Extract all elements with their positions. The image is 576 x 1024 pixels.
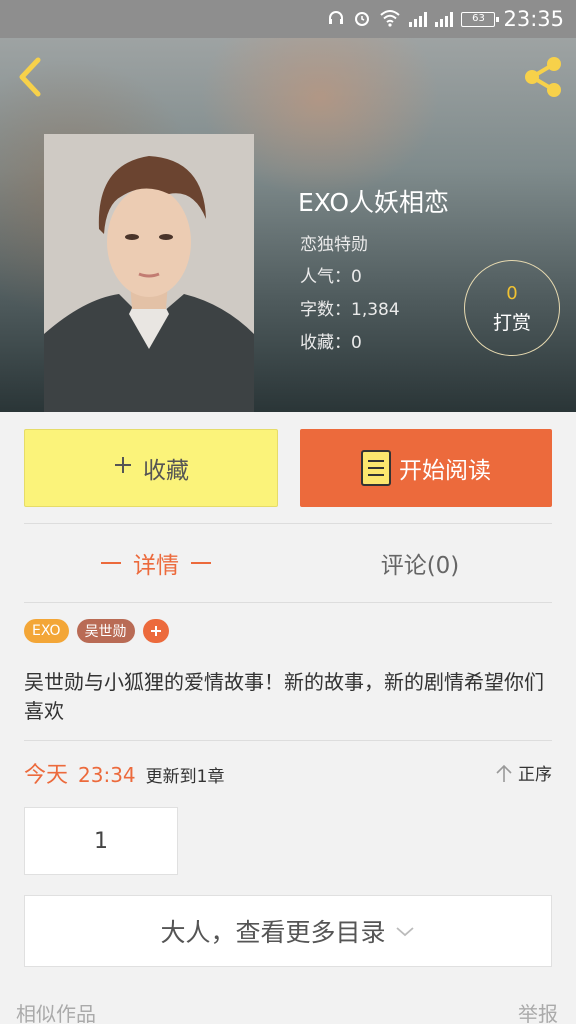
- clock: 23:35: [503, 7, 564, 31]
- book-icon: [361, 450, 391, 486]
- wifi-icon: [379, 9, 401, 30]
- tag-name[interactable]: 吴世勋: [76, 619, 135, 643]
- divider: [24, 523, 552, 524]
- arrow-up-icon: [496, 764, 512, 782]
- book-favorites: 收藏：0: [300, 333, 362, 353]
- share-icon: [525, 57, 561, 97]
- update-info: 今天 23:34 更新到1章: [24, 757, 224, 789]
- tag-exo[interactable]: EXO: [24, 619, 69, 643]
- tab-comments-label: 评论(0): [380, 553, 460, 579]
- plus-icon: [150, 626, 161, 636]
- update-day: 今天: [24, 763, 69, 788]
- alarm-icon: [353, 9, 371, 30]
- chevron-left-icon: [19, 57, 41, 97]
- add-tag-button[interactable]: [142, 619, 169, 643]
- plus-icon: [113, 455, 133, 481]
- book-description: 吴世勋与小狐狸的爱情故事！新的故事，新的剧情希望你们喜欢: [24, 670, 544, 723]
- reward-label: 打赏: [492, 312, 531, 334]
- divider: [24, 602, 552, 603]
- book-popularity: 人气：0: [300, 267, 362, 287]
- reward-button[interactable]: 0 打赏: [464, 260, 560, 356]
- battery-icon: 63: [461, 11, 500, 27]
- sort-order-button[interactable]: 正序: [494, 760, 552, 785]
- collect-label: 收藏: [143, 458, 189, 484]
- tab-comments[interactable]: 评论(0): [288, 538, 552, 588]
- report-link[interactable]: 举报: [518, 998, 558, 1024]
- tag-list: EXO 吴世勋: [24, 619, 169, 643]
- more-toc-label: 大人，查看更多目录: [160, 918, 386, 947]
- reward-count: 0: [506, 283, 518, 304]
- update-time: 23:34: [78, 763, 136, 787]
- book-cover-image: [44, 134, 254, 412]
- signal-icon: [435, 11, 454, 27]
- headphones-icon: [327, 9, 345, 30]
- divider: [24, 740, 552, 741]
- back-button[interactable]: [14, 56, 48, 98]
- signal-icon: [409, 11, 428, 27]
- chevron-down-icon: [395, 927, 414, 937]
- start-reading-button[interactable]: 开始阅读: [300, 429, 552, 507]
- share-button[interactable]: [520, 54, 566, 100]
- book-title: EXO人妖相恋: [298, 188, 450, 217]
- collect-button[interactable]: 收藏: [24, 429, 278, 507]
- chapter-item[interactable]: 1: [24, 807, 178, 875]
- tab-detail-label: 详情: [133, 553, 179, 579]
- start-reading-label: 开始阅读: [399, 458, 491, 484]
- book-word-count: 字数：1,384: [300, 300, 400, 320]
- status-bar: 63 23:35: [0, 0, 576, 38]
- book-header: EXO人妖相恋 恋独特勋 人气：0 字数：1,384 收藏：0 0 打赏: [0, 38, 576, 412]
- book-author[interactable]: 恋独特勋: [300, 230, 368, 255]
- tab-detail[interactable]: 详情: [24, 538, 288, 588]
- more-toc-button[interactable]: 大人，查看更多目录: [24, 895, 552, 967]
- sort-label: 正序: [518, 765, 552, 785]
- similar-works-heading: 相似作品: [16, 1002, 96, 1024]
- update-text: 更新到1章: [145, 767, 225, 787]
